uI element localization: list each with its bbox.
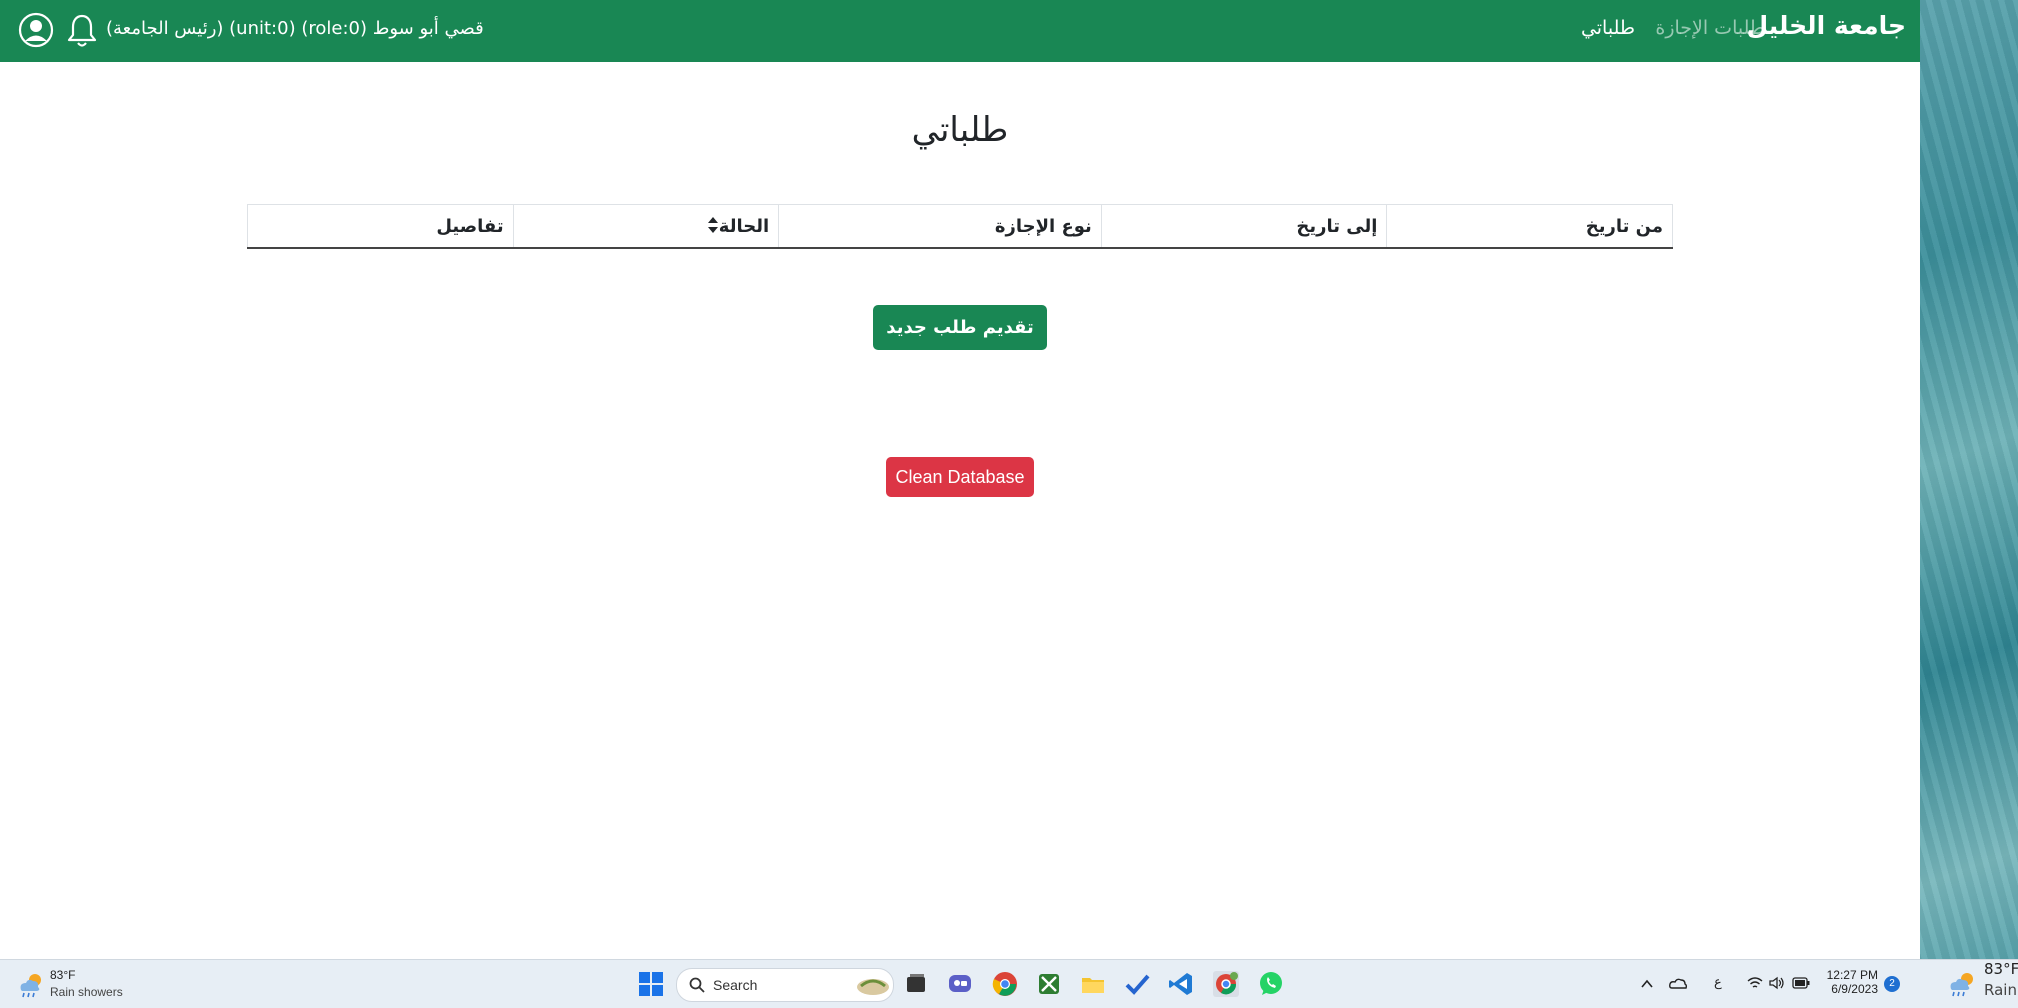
bell-icon[interactable]	[66, 13, 98, 49]
search-placeholder: Search	[713, 977, 758, 993]
system-clock[interactable]: 12:27 PM 6/9/2023	[1826, 968, 1878, 996]
browser-viewport: جامعة الخليل طلبات الإجازة طلباتي قصي أب…	[0, 0, 1920, 959]
clock-date: 6/9/2023	[1831, 982, 1878, 996]
clock-time: 12:27 PM	[1826, 968, 1878, 982]
user-avatar-icon[interactable]	[18, 12, 54, 48]
chrome-icon[interactable]	[992, 971, 1018, 997]
windows-start-icon[interactable]	[639, 972, 663, 996]
todo-icon[interactable]	[1124, 971, 1150, 997]
taskbar: 83°F Rain showers Search ع 12:27 PM 6/9/…	[0, 959, 2018, 1008]
sort-icon[interactable]	[707, 216, 719, 234]
weather-condition: Rain showers	[50, 985, 123, 999]
user-info: قصي أبو سوط (role:0) (unit:0) (رئيس الجا…	[106, 18, 484, 39]
taskview-icon[interactable]	[903, 971, 929, 997]
whatsapp-icon[interactable]	[1258, 971, 1284, 997]
page-title: طلباتي	[911, 110, 1009, 150]
search-icon	[689, 977, 705, 993]
snipping-tool-icon[interactable]	[1036, 971, 1062, 997]
header-from-date: من تاريخ	[1386, 204, 1673, 249]
onedrive-icon[interactable]	[1669, 975, 1687, 991]
header-status-label: الحالة	[718, 215, 770, 237]
search-highlight-icon	[857, 979, 889, 995]
weather-condition-right: Rain	[1984, 981, 2017, 999]
volume-icon[interactable]	[1769, 976, 1785, 990]
weather-widget[interactable]: 83°F Rain showers	[16, 968, 176, 1002]
nav-link-my-requests[interactable]: طلباتي	[1581, 17, 1635, 39]
rain-cloud-icon	[1950, 973, 1973, 997]
wifi-icon[interactable]	[1747, 976, 1763, 990]
vscode-icon[interactable]	[1168, 971, 1194, 997]
weather-temp-right: 83°F	[1984, 960, 2018, 978]
weather-temp: 83°F	[50, 968, 76, 982]
clean-database-button[interactable]: Clean Database	[886, 457, 1034, 497]
language-indicator[interactable]: ع	[1714, 974, 1722, 990]
taskbar-search[interactable]: Search	[676, 968, 894, 1002]
battery-icon[interactable]	[1792, 977, 1810, 989]
chevron-up-icon[interactable]	[1640, 977, 1654, 991]
chat-icon[interactable]	[947, 971, 973, 997]
header-leave-type: نوع الإجازة	[778, 204, 1102, 249]
chrome-profile-icon[interactable]	[1213, 971, 1239, 997]
file-explorer-icon[interactable]	[1080, 971, 1106, 997]
desktop-wallpaper	[1920, 0, 2018, 1007]
header-status[interactable]: الحالة	[512, 204, 780, 249]
navbar: جامعة الخليل طلبات الإجازة طلباتي قصي أب…	[0, 0, 1920, 62]
rain-cloud-icon	[20, 974, 41, 998]
notification-badge[interactable]: 2	[1884, 976, 1900, 992]
weather-widget-right[interactable]: 83°F Rain	[1944, 959, 2018, 1007]
nav-link-leave-requests[interactable]: طلبات الإجازة	[1655, 17, 1765, 39]
header-details: تفاصيل	[247, 204, 514, 249]
requests-table: من تاريخ إلى تاريخ نوع الإجازة الحالة تف…	[247, 204, 1673, 249]
table-header-row: من تاريخ إلى تاريخ نوع الإجازة الحالة تف…	[247, 204, 1673, 249]
header-to-date: إلى تاريخ	[1100, 204, 1388, 249]
navbar-brand[interactable]: جامعة الخليل	[1746, 11, 1906, 40]
new-request-button[interactable]: تقديم طلب جديد	[873, 305, 1047, 350]
